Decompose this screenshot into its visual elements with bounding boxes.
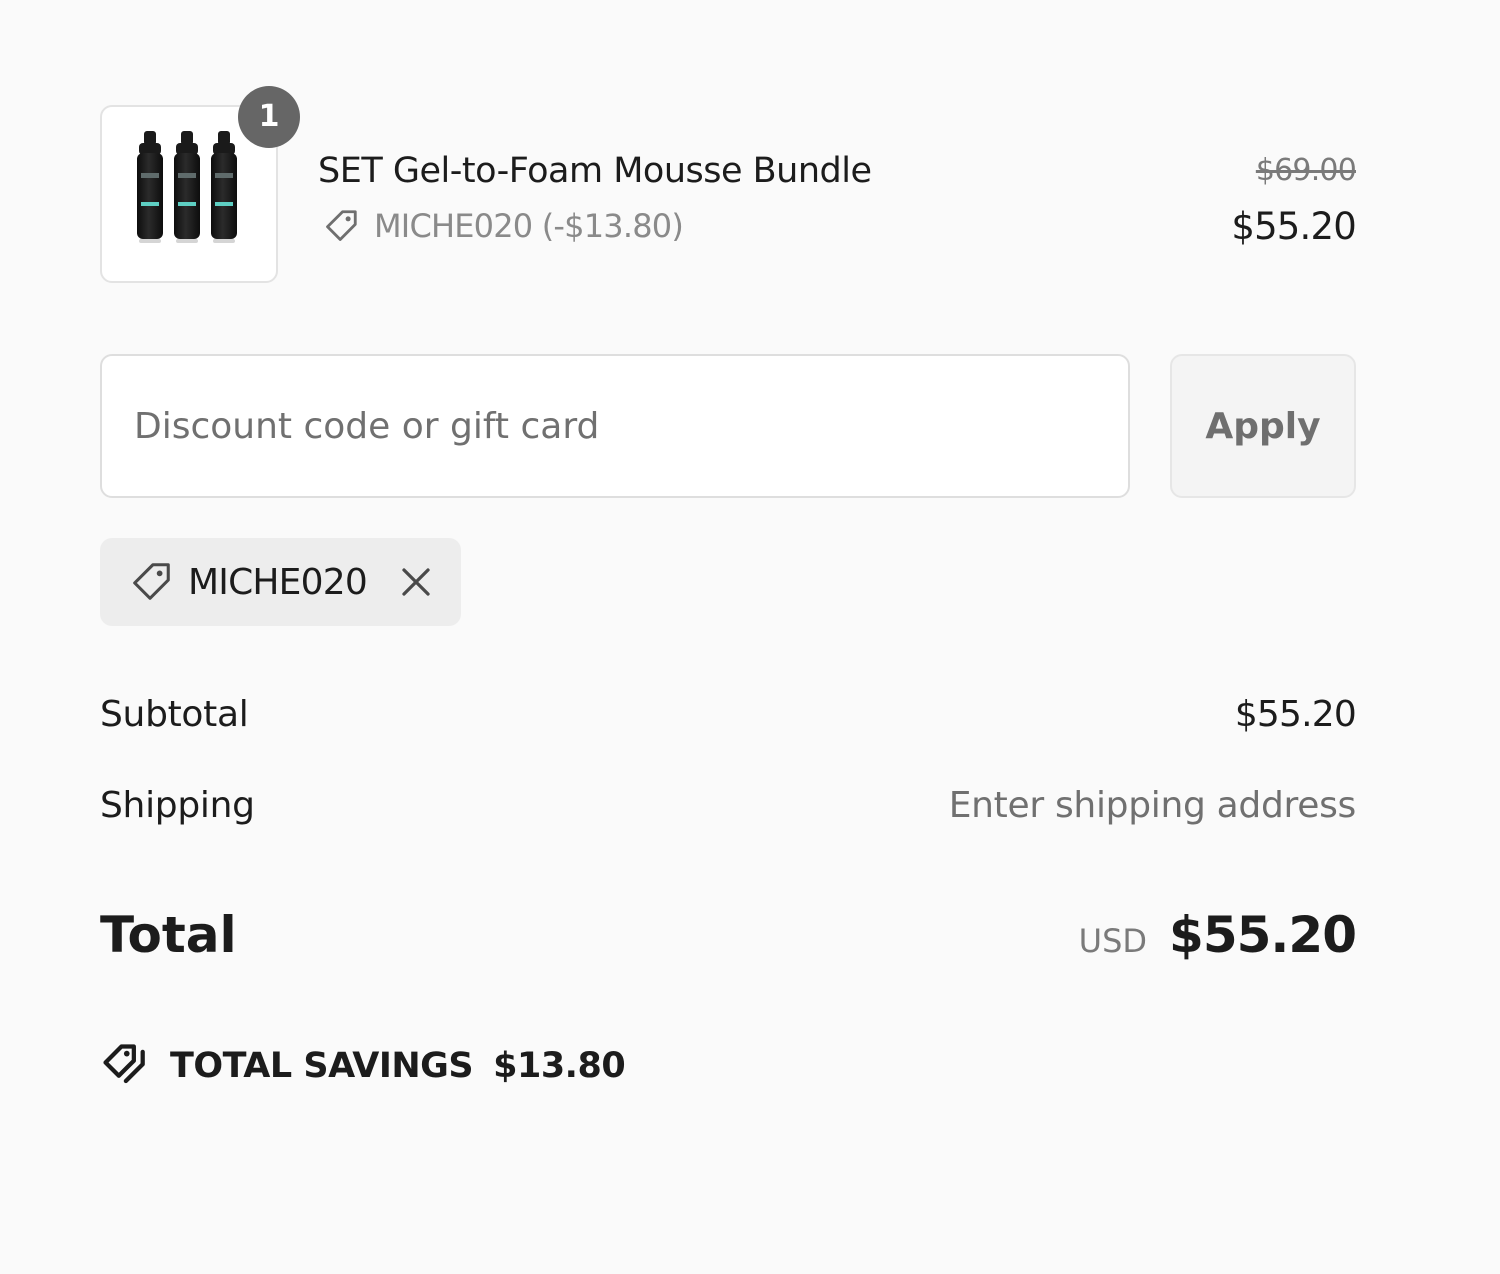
quantity-badge: 1	[238, 86, 300, 148]
shipping-label: Shipping	[100, 785, 255, 826]
tag-icon	[326, 210, 357, 241]
applied-code-label: MICHE020	[188, 561, 368, 603]
line-item-discount-text: MICHE020 (-$13.80)	[374, 207, 684, 245]
shipping-value: Enter shipping address	[948, 785, 1357, 826]
tag-icon	[133, 563, 170, 600]
currency-code: USD	[1078, 922, 1148, 960]
total-amount: USD $55.20	[1078, 906, 1357, 964]
apply-button[interactable]: Apply	[1170, 354, 1356, 498]
tags-icon	[103, 1044, 145, 1084]
subtotal-label: Subtotal	[100, 694, 249, 735]
product-name: SET Gel-to-Foam Mousse Bundle	[318, 151, 872, 191]
total-savings: TOTAL SAVINGS $13.80	[100, 1040, 626, 1092]
line-item-price: $55.20	[1231, 205, 1356, 248]
total-value: $55.20	[1169, 906, 1357, 964]
total-label: Total	[100, 906, 237, 964]
total-savings-label: TOTAL SAVINGS	[170, 1046, 474, 1086]
discount-code-input[interactable]	[100, 354, 1130, 498]
close-icon[interactable]	[398, 564, 434, 600]
line-item-discount: MICHE020 (-$13.80)	[322, 205, 684, 247]
total-savings-value: $13.80	[493, 1046, 626, 1086]
original-price: $69.00	[1255, 153, 1357, 188]
line-item: 1 SET Gel-to-Foam Mousse Bundle MICHE020…	[100, 86, 1357, 287]
order-summary: 1 SET Gel-to-Foam Mousse Bundle MICHE020…	[100, 0, 1357, 1274]
applied-discount-chip: MICHE020	[100, 538, 461, 626]
subtotal-value: $55.20	[1234, 694, 1357, 735]
product-bottles-icon	[137, 131, 237, 243]
